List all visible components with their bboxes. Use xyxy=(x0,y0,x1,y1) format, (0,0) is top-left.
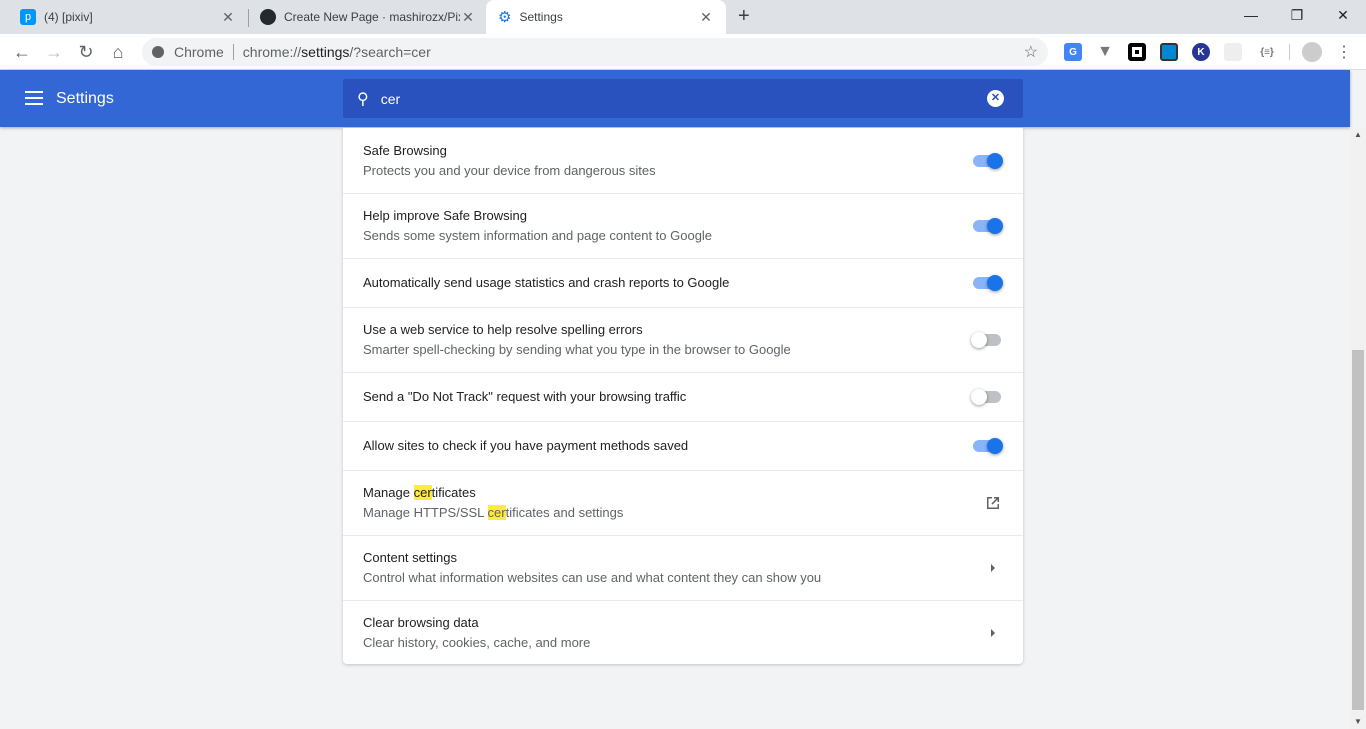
gear-icon: ⚙ xyxy=(498,9,512,26)
settings-row[interactable]: Help improve Safe Browsing Sends some sys… xyxy=(343,193,1023,258)
settings-row[interactable]: Send a "Do Not Track" request with your … xyxy=(343,372,1023,421)
toggle-switch[interactable] xyxy=(971,152,1003,169)
tab-strip: p (4) [pixiv] ✕ Create New Page · mashir… xyxy=(0,0,1366,34)
toggle-knob xyxy=(987,438,1003,454)
close-window-button[interactable]: ✕ xyxy=(1320,0,1366,30)
open-in-new-icon[interactable] xyxy=(983,493,1003,513)
arrow-right-icon[interactable] xyxy=(983,558,1003,578)
arrow-right-icon[interactable] xyxy=(983,623,1003,643)
page-title: Settings xyxy=(56,90,114,107)
row-description: Control what information websites can us… xyxy=(363,570,822,585)
search-highlight: cer xyxy=(413,485,432,500)
close-tab-icon[interactable]: ✕ xyxy=(698,9,714,26)
toolbar-divider xyxy=(1289,44,1290,60)
new-tab-button[interactable]: + xyxy=(738,5,750,28)
omnibox-divider xyxy=(232,44,234,60)
tab-settings[interactable]: ⚙ Settings ✕ xyxy=(486,0,726,34)
settings-row[interactable]: Automatically send usage statistics and … xyxy=(343,258,1023,307)
toggle-switch[interactable] xyxy=(971,389,1003,405)
back-button[interactable]: ← xyxy=(8,38,36,66)
settings-row[interactable]: Use a web service to help resolve spelli… xyxy=(343,307,1023,372)
search-icon: ⚲ xyxy=(357,90,369,108)
row-title: Send a "Do Not Track" request with your … xyxy=(363,389,687,404)
clear-search-icon[interactable]: ✕ xyxy=(987,90,1004,107)
scroll-up-arrow[interactable]: ▲ xyxy=(1354,130,1362,139)
chrome-icon xyxy=(152,46,164,58)
settings-row[interactable]: Allow sites to check if you have payment… xyxy=(343,421,1023,470)
settings-results-card: Safe Browsing Protects you and your devic… xyxy=(343,128,1023,664)
minimize-button[interactable]: — xyxy=(1228,0,1274,30)
k-extension-icon[interactable]: K xyxy=(1192,43,1210,61)
pixiv-icon: p xyxy=(20,9,36,25)
profile-avatar[interactable] xyxy=(1302,42,1322,62)
square-extension-icon[interactable] xyxy=(1128,43,1146,61)
close-tab-icon[interactable]: ✕ xyxy=(460,9,476,26)
toggle-knob xyxy=(987,275,1003,291)
toolbar: ← → ↻ ⌂ Chrome chrome://settings/?search… xyxy=(0,34,1366,70)
close-tab-icon[interactable]: ✕ xyxy=(220,9,236,26)
omnibox[interactable]: Chrome chrome://settings/?search=cer ☆ xyxy=(142,38,1048,66)
bookmark-star-icon[interactable]: ☆ xyxy=(1024,42,1038,62)
row-title: Allow sites to check if you have payment… xyxy=(363,438,689,453)
bulb-extension-icon[interactable] xyxy=(1224,43,1242,61)
menu-icon[interactable]: ⋮ xyxy=(1330,38,1358,66)
row-title: Use a web service to help resolve spelli… xyxy=(363,322,643,337)
forward-button[interactable]: → xyxy=(40,38,68,66)
google-translate-icon[interactable]: G xyxy=(1064,43,1082,61)
settings-row[interactable]: Content settings Control what information… xyxy=(343,535,1023,600)
hamburger-menu-icon[interactable] xyxy=(25,91,43,105)
home-button[interactable]: ⌂ xyxy=(104,38,132,66)
settings-search: ⚲ ✕ xyxy=(343,79,1023,118)
row-title: Manage certificates xyxy=(363,485,476,500)
screenshot-extension-icon[interactable] xyxy=(1160,43,1178,61)
row-title: Safe Browsing xyxy=(363,142,447,158)
scroll-down-arrow[interactable]: ▼ xyxy=(1354,717,1362,726)
json-viewer-icon[interactable]: {≡} xyxy=(1256,43,1278,61)
tab-pixiv[interactable]: p (4) [pixiv] ✕ xyxy=(8,0,248,34)
scrollbar[interactable]: ▲ ▼ xyxy=(1350,127,1366,729)
settings-row[interactable]: Manage certificates Manage HTTPS/SSL cert… xyxy=(343,470,1023,535)
row-description: Protects you and your device from danger… xyxy=(363,162,656,178)
settings-row[interactable]: Clear browsing data Clear history, cookie… xyxy=(343,600,1023,664)
toggle-switch[interactable] xyxy=(971,275,1003,291)
toggle-switch[interactable] xyxy=(971,218,1003,234)
toggle-knob xyxy=(987,218,1003,234)
row-description: Smarter spell-checking by sending what y… xyxy=(363,342,791,357)
vue-devtools-icon[interactable]: ▼ xyxy=(1096,43,1114,61)
row-description: Clear history, cookies, cache, and more xyxy=(363,634,591,650)
row-description: Sends some system information and page c… xyxy=(363,228,713,243)
toggle-switch[interactable] xyxy=(971,438,1003,454)
scrollbar-thumb[interactable] xyxy=(1352,350,1364,710)
reload-button[interactable]: ↻ xyxy=(72,38,100,66)
toggle-knob xyxy=(987,152,1003,169)
tab-github[interactable]: Create New Page · mashirozx/Pixiv ✕ xyxy=(248,0,488,34)
row-description: Manage HTTPS/SSL certificates and settin… xyxy=(363,505,624,520)
search-input[interactable] xyxy=(380,90,987,107)
row-title: Clear browsing data xyxy=(363,614,479,630)
row-title: Help improve Safe Browsing xyxy=(363,208,528,223)
settings-header: Settings ⚲ ✕ xyxy=(0,70,1350,127)
toggle-switch[interactable] xyxy=(971,332,1003,348)
toggle-knob xyxy=(971,332,987,348)
search-highlight: cer xyxy=(487,505,506,520)
row-title: Automatically send usage statistics and … xyxy=(363,275,730,290)
row-title: Content settings xyxy=(363,550,457,565)
github-icon xyxy=(260,9,276,25)
restore-button[interactable]: ❐ xyxy=(1274,0,1320,30)
toggle-knob xyxy=(971,389,987,405)
settings-row[interactable]: Safe Browsing Protects you and your devic… xyxy=(343,128,1023,193)
